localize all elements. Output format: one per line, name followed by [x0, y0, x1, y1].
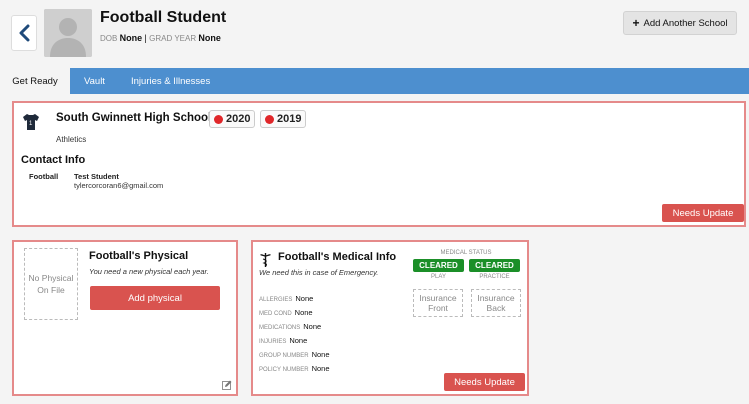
year-badge-2019[interactable]: 2019	[260, 110, 307, 128]
field-label: INJURIES	[259, 339, 287, 345]
medical-field-group-number: GROUP NUMBER None	[259, 350, 330, 359]
needs-update-label: Needs Update	[672, 207, 734, 219]
year-status-dot	[265, 114, 274, 124]
caduceus-icon	[260, 253, 271, 267]
field-value: None	[311, 350, 330, 359]
medical-field-allergies: ALLERGIES None	[259, 294, 313, 303]
tab-get-ready-label: Get Ready	[12, 75, 58, 87]
play-status-label: PLAY	[431, 274, 446, 280]
tab-get-ready[interactable]: Get Ready	[0, 68, 70, 94]
physical-card: No Physical On File Football's Physical …	[12, 240, 238, 396]
dob-label: DOB	[100, 34, 118, 43]
needs-update-label: Needs Update	[454, 376, 515, 388]
avatar-placeholder-icon	[44, 9, 92, 57]
field-value: None	[294, 308, 313, 317]
add-physical-label: Add physical	[128, 292, 182, 304]
field-value: None	[289, 336, 308, 345]
back-chevron-icon	[19, 24, 30, 42]
tab-vault[interactable]: Vault	[84, 68, 105, 94]
physical-title: Football's Physical	[89, 250, 189, 262]
year-status-dot	[214, 114, 223, 124]
grad-year-value: None	[198, 33, 221, 43]
student-meta: DOB None | GRAD YEAR None	[100, 33, 221, 43]
contact-email: tylercorcoran6@gmail.com	[74, 181, 164, 190]
medical-title: Football's Medical Info	[278, 251, 397, 263]
medical-status-label: MEDICAL STATUS	[440, 250, 492, 256]
tab-bar: Get Ready Vault Injuries & Illnesses	[0, 68, 749, 94]
field-label: MED COND	[259, 311, 292, 317]
year-label: 2020	[226, 113, 251, 125]
practice-status-badge: CLEARED	[469, 259, 520, 272]
field-value: None	[303, 322, 322, 331]
medical-field-med-cond: MED COND None	[259, 308, 313, 317]
tab-injuries-illnesses-label: Injuries & Illnesses	[131, 75, 211, 87]
field-label: GROUP NUMBER	[259, 353, 309, 359]
plus-icon: +	[632, 16, 640, 30]
avatar	[44, 9, 92, 57]
contact-name: Test Student	[74, 172, 119, 181]
medical-needs-update-button[interactable]: Needs Update	[444, 373, 525, 391]
year-label: 2019	[277, 113, 302, 125]
year-badge-2020[interactable]: 2020	[209, 110, 256, 128]
contact-sport: Football	[29, 172, 59, 181]
insurance-back-upload[interactable]: Insurance Back	[471, 289, 521, 317]
back-button[interactable]	[11, 15, 37, 51]
add-another-school-button[interactable]: + Add Another School	[623, 11, 737, 35]
edit-icon[interactable]	[222, 380, 232, 390]
medical-field-policy-number: POLICY NUMBER None	[259, 364, 330, 373]
student-name: Football Student	[100, 9, 227, 26]
grad-year-label: GRAD YEAR	[149, 34, 197, 43]
contact-info-heading: Contact Info	[21, 154, 86, 166]
tab-injuries-illnesses[interactable]: Injuries & Illnesses	[131, 68, 210, 94]
tab-vault-label: Vault	[84, 75, 105, 87]
field-label: POLICY NUMBER	[259, 367, 309, 373]
no-physical-placeholder: No Physical On File	[24, 248, 78, 320]
school-needs-update-button[interactable]: Needs Update	[662, 204, 744, 222]
medical-field-injuries: INJURIES None	[259, 336, 307, 345]
profile-header: Football Student DOB None | GRAD YEAR No…	[0, 0, 749, 68]
add-another-school-label: Add Another School	[643, 17, 728, 29]
dob-value: None	[119, 33, 143, 43]
practice-status-label: PRACTICE	[479, 274, 510, 280]
physical-description: You need a new physical each year.	[89, 267, 209, 276]
jersey-icon: 1	[23, 114, 39, 130]
school-name: South Gwinnett High School	[56, 112, 212, 124]
medical-field-medications: MEDICATIONS None	[259, 322, 321, 331]
field-value: None	[311, 364, 330, 373]
field-value: None	[295, 294, 314, 303]
medical-description: We need this in case of Emergency.	[259, 268, 379, 277]
add-physical-button[interactable]: Add physical	[90, 286, 220, 310]
play-status-badge: CLEARED	[413, 259, 464, 272]
field-label: MEDICATIONS	[259, 325, 301, 331]
insurance-front-upload[interactable]: Insurance Front	[413, 289, 463, 317]
school-card: 1 South Gwinnett High School 2020 2019 A…	[12, 101, 746, 227]
school-sport: Athletics	[56, 135, 87, 144]
medical-card: Football's Medical Info We need this in …	[251, 240, 529, 396]
field-label: ALLERGIES	[259, 297, 293, 303]
